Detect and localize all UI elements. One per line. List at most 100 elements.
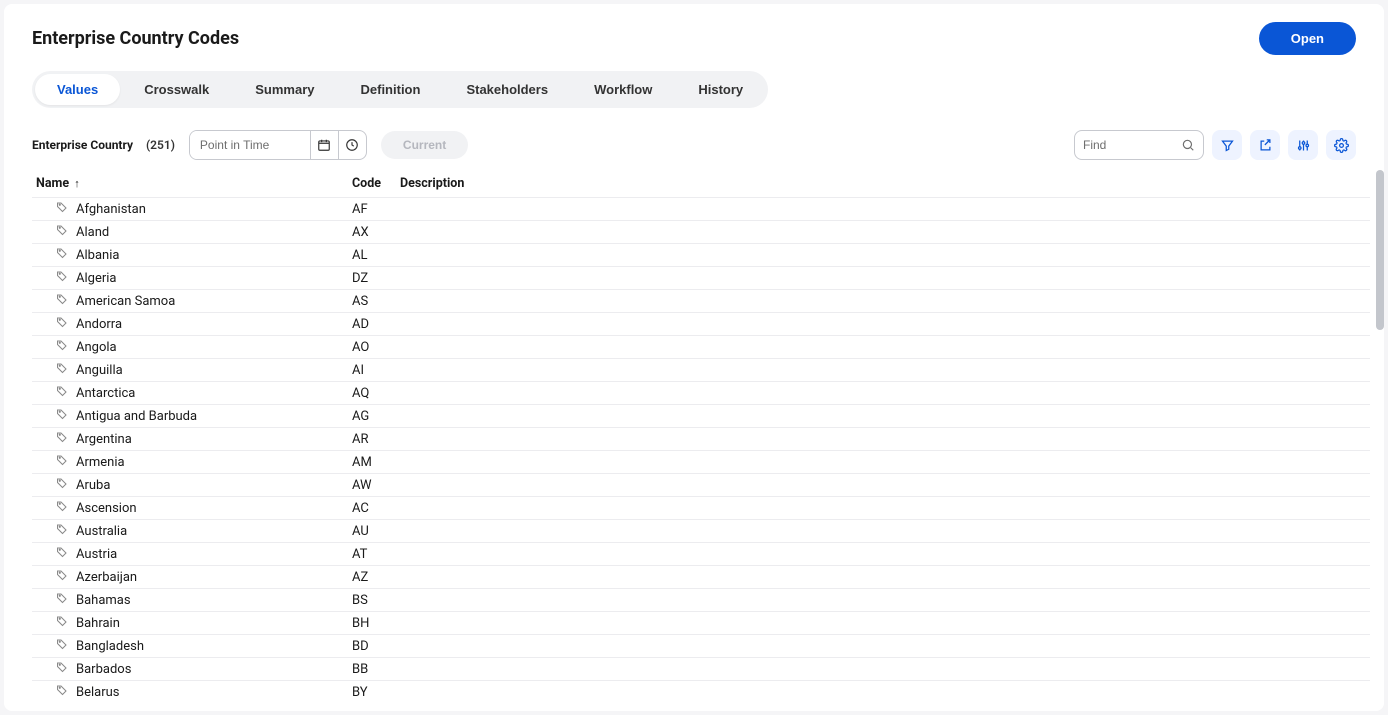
row-code: BY <box>344 681 392 704</box>
row-description <box>392 244 1370 267</box>
tag-icon <box>56 523 68 539</box>
row-name: Bahrain <box>76 616 120 631</box>
row-description <box>392 451 1370 474</box>
filter-button[interactable] <box>1212 130 1242 160</box>
table-row[interactable]: BahrainBH <box>32 612 1370 635</box>
table-row[interactable]: American SamoaAS <box>32 290 1370 313</box>
clock-icon[interactable] <box>338 131 366 159</box>
current-button[interactable]: Current <box>381 131 468 159</box>
page-header: Enterprise Country Codes Open <box>4 4 1384 65</box>
table-row[interactable]: AfghanistanAF <box>32 198 1370 221</box>
calendar-icon[interactable] <box>310 131 338 159</box>
row-name: Australia <box>76 524 127 539</box>
table-row[interactable]: AntarcticaAQ <box>32 382 1370 405</box>
row-name: Armenia <box>76 455 125 470</box>
settings-button[interactable] <box>1326 130 1356 160</box>
table-row[interactable]: Australia AU <box>32 520 1370 543</box>
row-name: American Samoa <box>76 294 175 309</box>
table-row[interactable]: Armenia AM <box>32 451 1370 474</box>
row-name: Azerbaijan <box>76 570 137 585</box>
row-code: BB <box>344 658 392 681</box>
table-row[interactable]: BangladeshBD <box>32 635 1370 658</box>
tag-icon <box>56 385 68 401</box>
col-header-name-label: Name <box>36 176 69 191</box>
table-row[interactable]: AlbaniaAL <box>32 244 1370 267</box>
tag-icon <box>56 500 68 516</box>
row-code: AM <box>344 451 392 474</box>
row-description <box>392 336 1370 359</box>
tab-definition[interactable]: Definition <box>339 74 443 105</box>
tag-icon <box>56 339 68 355</box>
row-code: AL <box>344 244 392 267</box>
table-row[interactable]: Andorra AD <box>32 313 1370 336</box>
table-row[interactable]: Antigua and BarbudaAG <box>32 405 1370 428</box>
table-row[interactable]: AlgeriaDZ <box>32 267 1370 290</box>
find-input[interactable] <box>1083 138 1181 152</box>
tab-workflow[interactable]: Workflow <box>572 74 674 105</box>
row-code: AC <box>344 497 392 520</box>
table-row[interactable]: AngolaAO <box>32 336 1370 359</box>
row-description <box>392 290 1370 313</box>
tag-icon <box>56 224 68 240</box>
row-description <box>392 267 1370 290</box>
row-name: Antarctica <box>76 386 135 401</box>
tag-icon <box>56 615 68 631</box>
columns-button[interactable] <box>1288 130 1318 160</box>
col-header-name[interactable]: Name ↑ <box>32 170 344 198</box>
tab-history[interactable]: History <box>676 74 765 105</box>
filter-icon <box>1220 138 1235 153</box>
table-row[interactable]: Ascension AC <box>32 497 1370 520</box>
table-row[interactable]: BahamasBS <box>32 589 1370 612</box>
tag-icon <box>56 661 68 677</box>
row-code: DZ <box>344 267 392 290</box>
row-description <box>392 497 1370 520</box>
search-icon <box>1181 138 1195 152</box>
table-row[interactable]: ArgentinaAR <box>32 428 1370 451</box>
col-header-code[interactable]: Code <box>344 170 392 198</box>
row-description <box>392 359 1370 382</box>
row-description <box>392 313 1370 336</box>
row-code: AX <box>344 221 392 244</box>
row-name: Anguilla <box>76 363 123 378</box>
row-name: Ascension <box>76 501 137 516</box>
tab-summary[interactable]: Summary <box>233 74 336 105</box>
row-code: AU <box>344 520 392 543</box>
scrollbar[interactable] <box>1376 170 1384 330</box>
row-name: Angola <box>76 340 117 355</box>
table-row[interactable]: ArubaAW <box>32 474 1370 497</box>
export-button[interactable] <box>1250 130 1280 160</box>
row-description <box>392 428 1370 451</box>
toolbar: Enterprise Country (251) Current <box>4 108 1384 170</box>
row-code: AI <box>344 359 392 382</box>
tab-values[interactable]: Values <box>35 74 120 105</box>
tab-stakeholders[interactable]: Stakeholders <box>444 74 570 105</box>
open-button[interactable]: Open <box>1259 22 1356 55</box>
row-code: AD <box>344 313 392 336</box>
table-row[interactable]: Anguilla AI <box>32 359 1370 382</box>
tab-crosswalk[interactable]: Crosswalk <box>122 74 231 105</box>
tabs: ValuesCrosswalkSummaryDefinitionStakehol… <box>32 71 768 108</box>
row-name: Bahamas <box>76 593 131 608</box>
row-code: AW <box>344 474 392 497</box>
point-in-time-input[interactable] <box>190 131 310 159</box>
sliders-icon <box>1296 138 1311 153</box>
table-wrap: Name ↑ Code Description AfghanistanAFAla… <box>4 170 1384 703</box>
row-name: Austria <box>76 547 117 562</box>
find-box[interactable] <box>1074 130 1204 160</box>
row-description <box>392 198 1370 221</box>
table-row[interactable]: Barbados BB <box>32 658 1370 681</box>
entity-label: Enterprise Country (251) <box>32 138 175 153</box>
row-name: Barbados <box>76 662 131 677</box>
row-name: Antigua and Barbuda <box>76 409 197 424</box>
row-name: Belarus <box>76 685 120 700</box>
row-name: Argentina <box>76 432 132 447</box>
row-description <box>392 543 1370 566</box>
table-row[interactable]: AzerbaijanAZ <box>32 566 1370 589</box>
row-description <box>392 474 1370 497</box>
table-row[interactable]: AustriaAT <box>32 543 1370 566</box>
tag-icon <box>56 592 68 608</box>
row-name: Andorra <box>76 317 122 332</box>
table-row[interactable]: Belarus BY <box>32 681 1370 704</box>
col-header-description[interactable]: Description <box>392 170 1370 198</box>
table-row[interactable]: AlandAX <box>32 221 1370 244</box>
